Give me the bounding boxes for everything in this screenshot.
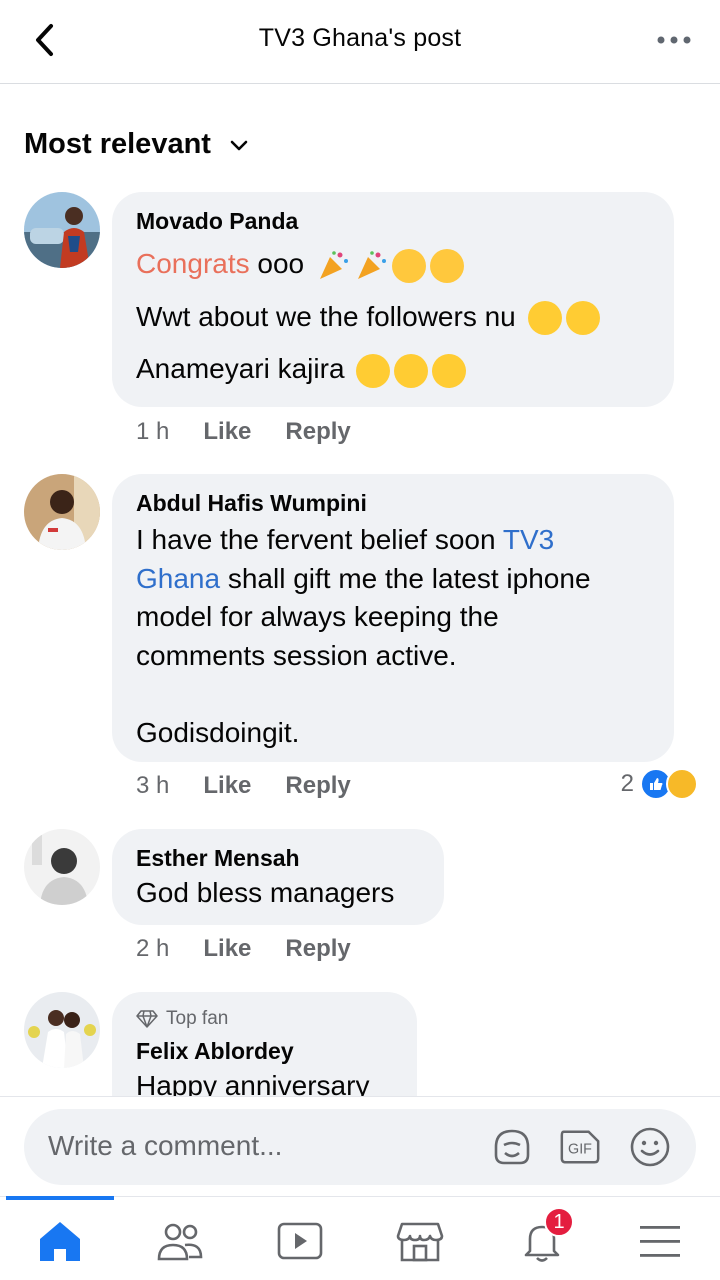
- comment-meta: 2 h Like Reply: [136, 935, 385, 963]
- like-button[interactable]: Like: [203, 418, 251, 446]
- comment-meta: 1 h Like Reply: [136, 418, 385, 446]
- partying-face-icon: [429, 248, 464, 283]
- avatar[interactable]: [24, 992, 100, 1068]
- reply-button[interactable]: Reply: [285, 935, 350, 963]
- page-title: TV3 Ghana's post: [258, 24, 462, 52]
- menu-icon: [640, 1226, 680, 1257]
- comment-composer-bar: Write a comment... GIF: [0, 1096, 720, 1198]
- comment-time: 2 h: [136, 935, 170, 962]
- home-icon: [40, 1222, 80, 1261]
- marketplace-icon: [396, 1222, 444, 1262]
- top-fan-label: Top fan: [166, 1008, 229, 1029]
- active-tab-indicator: [6, 1196, 114, 1200]
- bottom-tab-bar: 1: [0, 1196, 720, 1280]
- avatar[interactable]: [24, 474, 100, 550]
- mention-text: Congrats: [136, 248, 250, 279]
- reply-button[interactable]: Reply: [285, 772, 350, 800]
- comment-text-part: Anameyari kajira: [136, 353, 345, 384]
- grinning-face-icon: [565, 301, 600, 336]
- comment-author[interactable]: Felix Ablordey: [136, 1038, 393, 1065]
- reaction-count: 2: [620, 770, 634, 797]
- rofl-face-icon: [426, 348, 472, 394]
- tab-watch[interactable]: [270, 1217, 330, 1265]
- tab-menu[interactable]: [630, 1217, 690, 1265]
- avatar-sticker-icon[interactable]: [490, 1125, 534, 1169]
- comment-time: 1 h: [136, 418, 170, 445]
- friends-icon: [157, 1223, 203, 1261]
- notification-badge: 1: [544, 1207, 574, 1237]
- comment-input-placeholder: Write a comment...: [48, 1130, 283, 1161]
- party-popper-icon: [354, 249, 388, 283]
- comment-text: Happy anniversary: [136, 1070, 370, 1096]
- sort-label: Most relevant: [24, 128, 211, 160]
- page-mention-link[interactable]: Ghana: [136, 563, 220, 594]
- comment-bubble[interactable]: Abdul Hafis Wumpini I have the fervent b…: [112, 474, 674, 762]
- comment-text: God bless managers: [136, 877, 395, 908]
- avatar[interactable]: [24, 829, 100, 905]
- comment-time: 3 h: [136, 772, 170, 799]
- like-button[interactable]: Like: [203, 772, 251, 800]
- video-icon: [277, 1222, 323, 1260]
- avatar[interactable]: [24, 192, 100, 268]
- comment-text-part: comments session active.: [136, 639, 457, 671]
- reaction-summary[interactable]: 2: [621, 768, 698, 800]
- comment-text: I have the fervent belief soon TV3 Ghana…: [136, 521, 650, 752]
- comment-text-part: I have the fervent belief soon: [136, 524, 503, 555]
- comment-bubble[interactable]: Movado Panda Congrats ooo Wwt about we t…: [112, 192, 674, 407]
- more-icon: [657, 36, 691, 44]
- comment-text: Wwt about we the followers nu: [136, 298, 650, 337]
- grinning-face-icon: [527, 301, 562, 336]
- partying-face-icon: [391, 248, 426, 283]
- comment-author[interactable]: Esther Mensah: [136, 845, 420, 872]
- comment-bubble[interactable]: Top fan Felix Ablordey Happy anniversary: [112, 992, 417, 1096]
- comment-text-part: shall gift me the latest iphone: [220, 562, 591, 594]
- page-mention-link[interactable]: TV3: [503, 524, 554, 555]
- tab-home[interactable]: [30, 1217, 90, 1265]
- more-options-button[interactable]: [654, 28, 694, 52]
- sort-dropdown[interactable]: Most relevant: [24, 128, 249, 161]
- comment-author[interactable]: Abdul Hafis Wumpini: [136, 490, 650, 517]
- yum-face-icon: [356, 353, 391, 388]
- comment-text-part: Wwt about we the followers nu: [136, 300, 516, 332]
- emoji-icon[interactable]: [628, 1125, 672, 1169]
- diamond-icon: [136, 1010, 158, 1028]
- tab-friends[interactable]: [150, 1217, 210, 1265]
- reply-button[interactable]: Reply: [285, 418, 350, 446]
- tab-marketplace[interactable]: [390, 1217, 450, 1265]
- comment-text-part: model for always keeping the: [136, 601, 499, 632]
- svg-text:GIF: GIF: [568, 1142, 592, 1158]
- comment-meta: 3 h Like Reply: [136, 772, 385, 800]
- comment-text: Anameyari kajira: [136, 348, 650, 394]
- haha-reaction-icon: [666, 768, 698, 800]
- party-popper-icon: [316, 249, 350, 283]
- gif-icon[interactable]: GIF: [558, 1125, 602, 1169]
- comment-text-part: Godisdoingit.: [136, 716, 300, 748]
- comment: Top fan Felix Ablordey Happy anniversary: [0, 992, 720, 1096]
- comment-bubble[interactable]: Esther Mensah God bless managers: [112, 829, 444, 925]
- like-button[interactable]: Like: [203, 935, 251, 963]
- comment-text-part: ooo: [249, 248, 305, 279]
- tab-notifications[interactable]: 1: [512, 1207, 574, 1265]
- comment-text: Congrats ooo: [136, 245, 650, 284]
- yum-face-icon: [394, 353, 429, 388]
- top-bar: TV3 Ghana's post: [0, 0, 720, 84]
- chevron-down-icon: [229, 139, 249, 151]
- comment-author[interactable]: Movado Panda: [136, 208, 650, 235]
- comment-input[interactable]: Write a comment... GIF: [24, 1109, 696, 1185]
- top-fan-badge: Top fan: [136, 1008, 393, 1030]
